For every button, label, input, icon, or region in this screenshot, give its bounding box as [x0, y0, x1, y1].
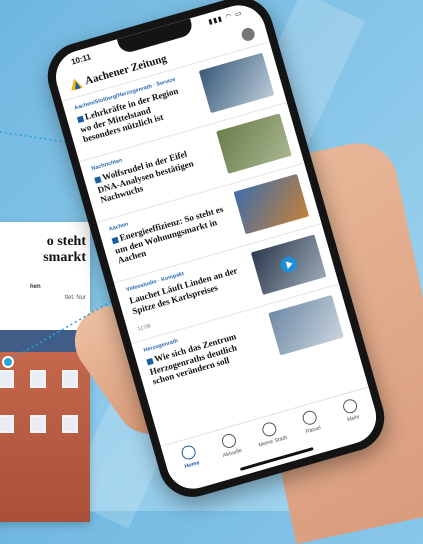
connector-dot: [2, 356, 14, 368]
play-icon[interactable]: [278, 254, 299, 275]
home-icon: [179, 443, 198, 462]
tab-mehr[interactable]: Mehr: [328, 394, 375, 428]
tab-meine-stadt[interactable]: Meine Stadt: [247, 417, 294, 451]
news-timestamp: 11:08: [136, 323, 152, 333]
tab-label: Mehr: [346, 414, 361, 424]
location-icon: [260, 420, 278, 439]
profile-icon[interactable]: [240, 26, 257, 43]
tab-label: Meine Stadt: [257, 434, 288, 449]
tab-home[interactable]: Home: [166, 440, 213, 474]
news-thumbnail: [198, 52, 275, 114]
headline-text: Wie sich das Zentrum Herzogenraths deutl…: [148, 331, 238, 387]
puzzle-icon: [301, 409, 319, 427]
news-thumbnail: [268, 294, 344, 356]
tab-label: Aktuelle: [222, 447, 243, 460]
tab-aktuelle[interactable]: Aktuelle: [207, 428, 254, 462]
news-headline: Wie sich das Zentrum Herzogenraths deutl…: [146, 324, 268, 387]
plus-icon: [146, 357, 154, 366]
tab-raetsel[interactable]: Rätsel: [288, 405, 335, 439]
status-icons: ▮▮▮ ◠ ▭: [207, 9, 244, 27]
tab-label: Home: [183, 460, 201, 471]
status-time: 10:11: [70, 52, 92, 67]
az-logo-icon: [68, 76, 83, 91]
headline-text: Wolfsrudel in der Eifel DNA-Analysen bes…: [96, 148, 195, 205]
tab-label: Rätsel: [304, 425, 322, 436]
plus-icon: [94, 176, 102, 184]
news-thumbnail: [216, 113, 292, 174]
clock-icon: [220, 432, 238, 450]
menu-icon: [341, 397, 359, 415]
news-thumbnail: [250, 234, 327, 295]
plus-icon: [76, 115, 85, 124]
news-thumbnail: [233, 173, 310, 235]
plus-icon: [111, 236, 120, 245]
